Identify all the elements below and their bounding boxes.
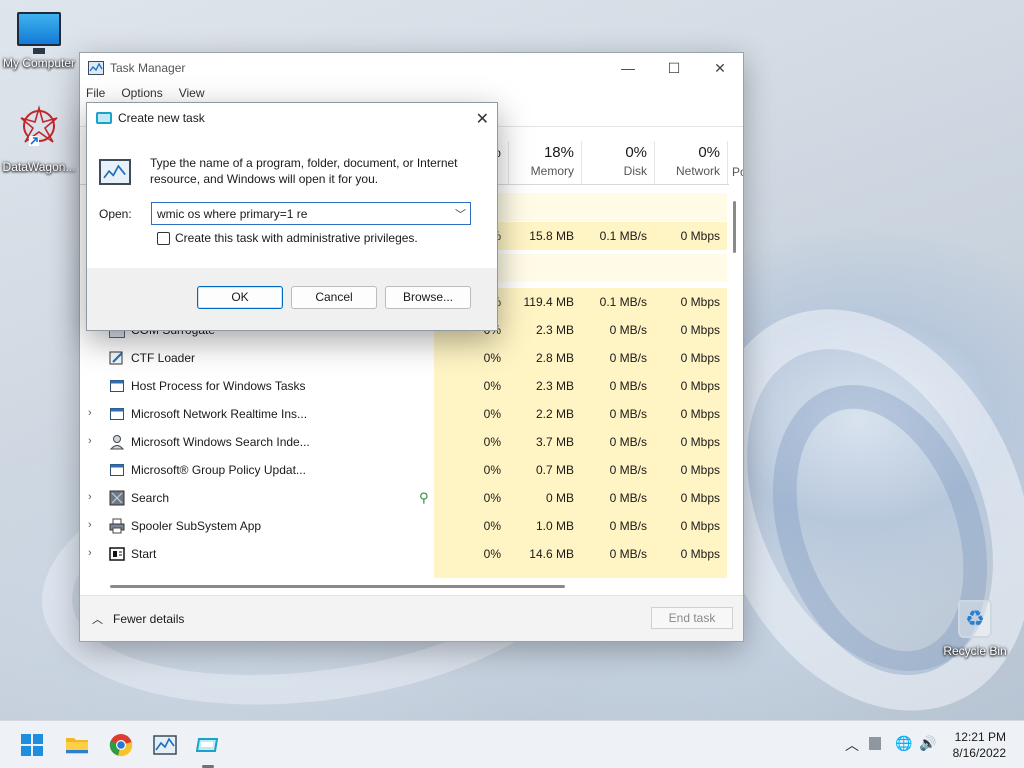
dialog-footer: OK Cancel Browse...	[87, 268, 497, 330]
ctf-loader-icon	[109, 351, 123, 365]
table-row[interactable]: › Microsoft Windows Search Inde... 0% 3.…	[80, 428, 730, 456]
chevron-right-icon[interactable]: ›	[88, 491, 92, 503]
checkbox-label: Create this task with administrative pri…	[175, 231, 418, 245]
run-icon	[96, 112, 112, 124]
create-new-task-dialog: Create new task ✕ Type the name of a pro…	[86, 102, 498, 331]
dialog-title: Create new task	[118, 111, 205, 125]
desktop-icon-label: DataWagon...	[2, 160, 76, 174]
task-manager-icon	[88, 61, 104, 75]
table-row[interactable]: Microsoft® Group Policy Updat... 0% 0.7 …	[80, 456, 730, 484]
desktop-icon-recycle-bin[interactable]: ♻ Recycle Bin	[937, 600, 1013, 658]
chevron-up-icon[interactable]: ︿	[845, 735, 859, 755]
search-indexer-icon	[109, 435, 125, 450]
desktop-icon-my-computer[interactable]: My Computer	[1, 12, 77, 70]
table-row[interactable]	[80, 568, 730, 578]
window-title: Task Manager	[110, 61, 186, 75]
fewer-details-label: Fewer details	[113, 612, 185, 626]
printer-icon	[109, 518, 125, 534]
open-label: Open:	[99, 207, 132, 221]
desktop-icon-label: Recycle Bin	[943, 644, 1007, 658]
task-manager-taskbar-icon[interactable]	[153, 733, 177, 757]
volume-icon[interactable]: 🔊	[919, 735, 936, 752]
menu-options[interactable]: Options	[121, 86, 162, 100]
maximize-button[interactable]: ☐	[651, 53, 697, 83]
window-process-icon	[110, 408, 124, 420]
dialog-close-button[interactable]: ✕	[476, 109, 489, 129]
desktop-icon-label: My Computer	[2, 56, 76, 70]
open-combobox[interactable]: ﹀	[151, 202, 471, 225]
clock-time: 12:21 PM	[954, 730, 1006, 744]
column-header-network[interactable]: 0% Network	[654, 141, 727, 185]
table-row[interactable]: › Search ⚲ 0% 0 MB 0 MB/s 0 Mbps	[80, 484, 730, 512]
table-row[interactable]: › Start 0% 14.6 MB 0 MB/s 0 Mbps	[80, 540, 730, 568]
task-manager-icon	[99, 159, 131, 185]
ok-button[interactable]: OK	[197, 286, 283, 309]
table-row[interactable]: Host Process for Windows Tasks 0% 2.3 MB…	[80, 372, 730, 400]
recycle-bin-icon: ♻	[958, 600, 992, 638]
desktop-icon-datawagon[interactable]: DataWagon...	[1, 104, 77, 174]
dialog-title-bar[interactable]: Create new task	[87, 103, 497, 133]
table-row[interactable]: › Microsoft Network Realtime Ins... 0% 2…	[80, 400, 730, 428]
vertical-scrollbar[interactable]	[733, 201, 736, 253]
open-input[interactable]	[152, 203, 448, 224]
menu-view[interactable]: View	[179, 86, 205, 100]
cancel-button[interactable]: Cancel	[291, 286, 377, 309]
window-process-icon	[110, 464, 124, 476]
column-header-power[interactable]: Po	[727, 141, 743, 185]
end-task-button[interactable]: End task	[651, 607, 733, 629]
menu-file[interactable]: File	[86, 86, 105, 100]
column-header-disk[interactable]: 0% Disk	[581, 141, 654, 185]
chrome-icon[interactable]	[109, 733, 133, 757]
chevron-right-icon[interactable]: ›	[88, 435, 92, 447]
datawagon-icon	[20, 105, 58, 146]
browse-button[interactable]: Browse...	[385, 286, 471, 309]
menu-bar: File Options View	[80, 83, 743, 103]
clock[interactable]: 12:21 PM 8/16/2022	[953, 729, 1006, 761]
search-process-icon	[109, 490, 125, 506]
column-header-memory[interactable]: 18% Memory	[508, 141, 581, 185]
table-row[interactable]: CTF Loader 0% 2.8 MB 0 MB/s 0 Mbps	[80, 344, 730, 372]
window-process-icon	[110, 380, 124, 392]
chevron-right-icon[interactable]: ›	[88, 519, 92, 531]
footer: ︿ Fewer details End task	[80, 595, 743, 641]
admin-privileges-checkbox[interactable]: Create this task with administrative pri…	[157, 231, 418, 245]
taskbar: ︿ 🌐 🔊 12:21 PM 8/16/2022	[0, 720, 1024, 768]
table-row[interactable]: › Spooler SubSystem App 0% 1.0 MB 0 MB/s…	[80, 512, 730, 540]
notification-icon[interactable]	[869, 737, 881, 750]
monitor-icon	[17, 12, 61, 54]
run-taskbar-icon[interactable]	[196, 733, 220, 757]
fewer-details-toggle[interactable]: ︿ Fewer details	[92, 611, 184, 627]
suspended-leaf-icon: ⚲	[419, 490, 429, 505]
dialog-description: Type the name of a program, folder, docu…	[150, 156, 458, 186]
globe-icon[interactable]: 🌐	[895, 735, 912, 752]
chevron-right-icon[interactable]: ›	[88, 407, 92, 419]
horizontal-scrollbar[interactable]	[110, 585, 565, 588]
file-explorer-icon[interactable]	[65, 733, 89, 757]
checkbox-box[interactable]	[157, 231, 170, 245]
clock-date: 8/16/2022	[952, 746, 1006, 760]
minimize-button[interactable]: —	[605, 53, 651, 83]
chevron-up-icon: ︿	[92, 614, 103, 626]
chevron-right-icon[interactable]: ›	[88, 547, 92, 559]
start-button-icon[interactable]	[20, 733, 44, 757]
close-button[interactable]: ✕	[697, 53, 743, 83]
start-process-icon	[109, 547, 125, 561]
chevron-down-icon[interactable]: ﹀	[455, 206, 466, 222]
